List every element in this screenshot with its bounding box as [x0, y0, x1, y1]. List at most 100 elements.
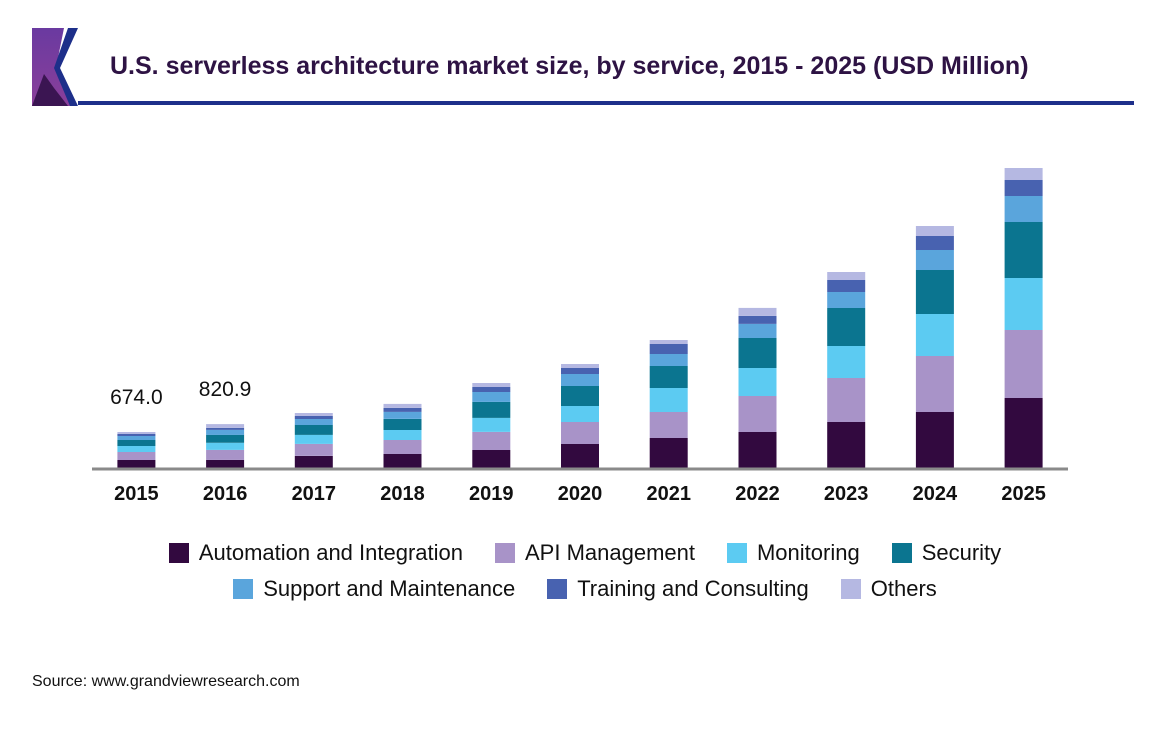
bar-segment-2020-training-and-consulting [561, 368, 599, 374]
bar-segment-2021-support-and-maintenance [649, 354, 688, 366]
bar-segment-2019-api-management [472, 432, 511, 450]
x-tick-label: 2025 [1001, 483, 1046, 505]
bar-segment-2025-api-management [1004, 330, 1043, 398]
bar-segment-2021-api-management [649, 412, 688, 438]
bar-segment-2016-monitoring [206, 442, 245, 450]
bar-segment-2016-api-management [206, 449, 245, 460]
bar-segment-2020-api-management [561, 422, 599, 444]
bar-segment-2023-others [827, 272, 866, 280]
legend-label: Support and Maintenance [263, 576, 516, 601]
bar-segment-2024-security [915, 270, 954, 314]
bar-segment-2021-monitoring [649, 388, 688, 412]
bar-segment-2019-others [472, 383, 511, 387]
data-label-2016: 820.9 [199, 378, 252, 401]
bar-segment-2016-support-and-maintenance [206, 429, 245, 435]
bar-segment-2025-monitoring [1004, 278, 1043, 330]
data-label-2015: 674.0 [110, 386, 163, 409]
bar-segment-2022-training-and-consulting [738, 315, 777, 324]
bar-segment-2020-support-and-maintenance [561, 374, 599, 386]
bar-segment-2017-monitoring [294, 434, 333, 444]
bar-segment-2015-training-and-consulting [117, 434, 156, 436]
bar-segment-2022-support-and-maintenance [738, 324, 777, 338]
bar-segment-2018-security [383, 419, 422, 430]
bar-segment-2019-monitoring [472, 417, 511, 432]
bar-segment-2016-others [206, 424, 245, 428]
bar-segment-2019-training-and-consulting [472, 387, 511, 392]
bar-segment-2015-others [117, 432, 156, 434]
x-tick-label: 2023 [824, 483, 869, 505]
stacked-bar-chart: 2015 2016 2017 2018 2019 2020 2021 2022 2023 2024… [92, 168, 1068, 505]
legend-item-monitoring: Monitoring [726, 540, 860, 566]
x-tick-label: 2021 [646, 483, 691, 505]
legend-swatch [840, 579, 861, 599]
x-tick-label: 2016 [203, 483, 248, 505]
bar-segment-2020-automation-and-integration [561, 444, 599, 468]
source-note: Source: www.grandviewresearch.com [32, 673, 300, 690]
bar-segment-2015-security [117, 440, 156, 446]
bar-segment-2016-automation-and-integration [206, 459, 245, 468]
bar-segment-2015-monitoring [117, 446, 156, 452]
bar-segment-2024-training-and-consulting [915, 236, 954, 250]
bar-segment-2022-automation-and-integration [738, 432, 777, 468]
x-tick-label: 2019 [469, 483, 514, 505]
bar-segment-2020-monitoring [561, 406, 599, 422]
bar-segment-2022-security [738, 338, 777, 368]
legend-row-1: Automation and Integration API Management… [0, 540, 1170, 566]
bar-segment-2025-security [1004, 222, 1043, 278]
bar-segment-2025-training-and-consulting [1004, 180, 1043, 196]
bar-segment-2015-automation-and-integration [117, 460, 156, 468]
legend-label: Training and Consulting [577, 576, 809, 601]
bar-segment-2017-automation-and-integration [294, 456, 333, 468]
bar-segment-2023-support-and-maintenance [827, 292, 866, 308]
x-tick-label: 2015 [114, 483, 159, 505]
bar-segment-2017-support-and-maintenance [294, 419, 333, 425]
bar-segment-2020-security [561, 386, 599, 406]
x-tick-label: 2018 [380, 483, 425, 505]
legend-item-training-and-consulting: Training and Consulting [547, 576, 809, 602]
bar-segment-2024-api-management [915, 356, 954, 412]
legend-item-api-management: API Management [495, 540, 695, 566]
bar-segment-2025-automation-and-integration [1004, 398, 1043, 468]
bar-segment-2023-monitoring [827, 346, 866, 378]
legend-row-2: Support and Maintenance Training and Cons… [0, 576, 1170, 602]
legend-swatch [233, 579, 254, 599]
bar-segment-2017-others [294, 413, 333, 416]
bar-segment-2022-monitoring [738, 368, 777, 396]
bar-segment-2024-automation-and-integration [915, 412, 954, 468]
bar-segment-2018-monitoring [383, 430, 422, 440]
bar-segment-2024-monitoring [915, 314, 954, 356]
bar-segment-2015-api-management [117, 452, 156, 460]
legend-label: Security [921, 540, 1002, 565]
bar-segment-2019-automation-and-integration [472, 450, 511, 468]
bar-segment-2023-api-management [827, 378, 866, 422]
x-tick-label: 2017 [292, 483, 337, 505]
bar-segment-2018-support-and-maintenance [383, 411, 422, 419]
bar-segment-2022-api-management [738, 396, 777, 432]
bar-segment-2020-others [561, 364, 599, 368]
legend-label: Others [870, 576, 937, 601]
bar-segment-2018-training-and-consulting [383, 407, 422, 412]
bar-segment-2025-others [1004, 168, 1043, 180]
bar-segment-2025-support-and-maintenance [1004, 196, 1043, 222]
legend-label: Monitoring [756, 540, 860, 565]
legend-swatch [547, 579, 568, 599]
x-tick-label: 2020 [558, 483, 603, 505]
legend-item-automation-and-integration: Automation and Integration [168, 540, 463, 566]
legend-swatch [726, 543, 747, 563]
x-tick-label: 2024 [913, 483, 958, 505]
bar-segment-2021-training-and-consulting [649, 344, 688, 354]
x-tick-label: 2022 [735, 483, 780, 505]
bar-segment-2021-automation-and-integration [649, 438, 688, 468]
bar-segment-2021-security [649, 366, 688, 388]
bar-segment-2017-training-and-consulting [294, 416, 333, 419]
legend-swatch [168, 543, 189, 563]
bar-segment-2019-security [472, 401, 511, 418]
bar-segment-2023-security [827, 308, 866, 346]
bar-segment-2017-security [294, 424, 333, 435]
bar-segment-2024-others [915, 226, 954, 236]
bar-segment-2023-automation-and-integration [827, 422, 866, 468]
legend-swatch [891, 543, 912, 563]
bar-segment-2016-security [206, 434, 245, 443]
legend-item-others: Others [840, 576, 937, 602]
bar-segment-2018-others [383, 403, 422, 408]
